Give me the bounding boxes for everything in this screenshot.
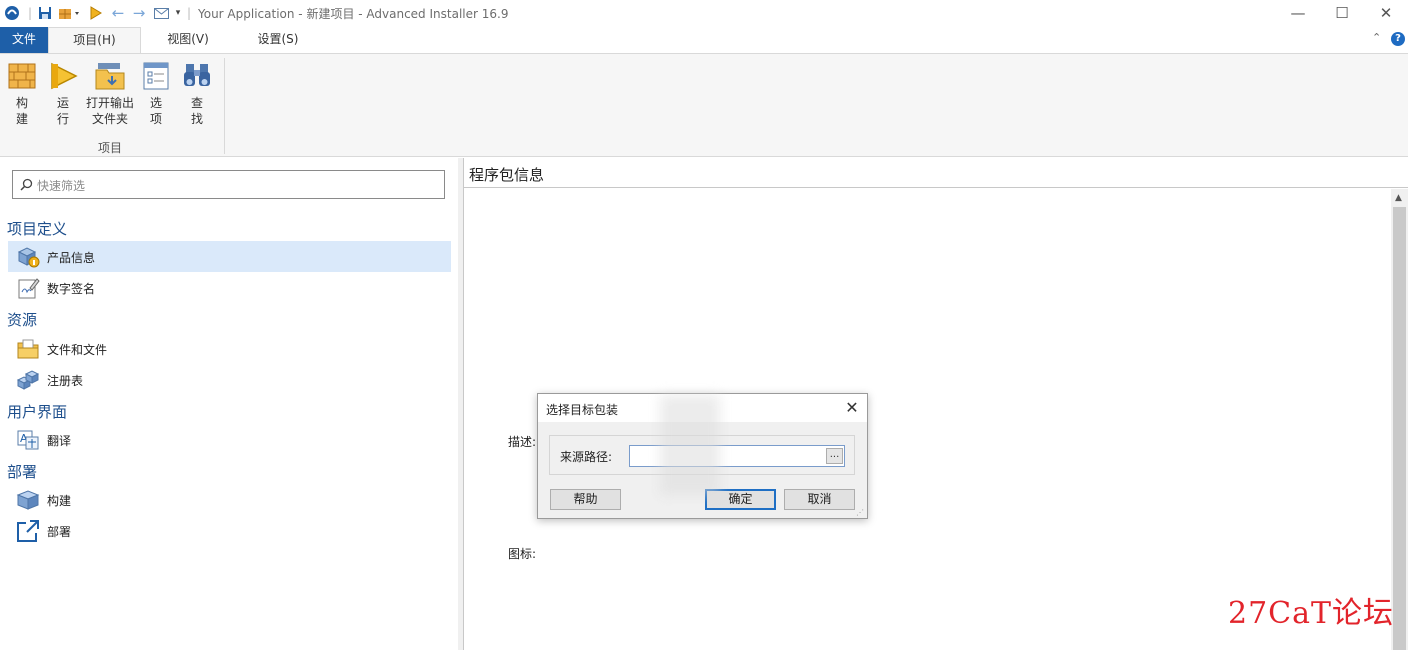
search-placeholder: 快速筛选 [37, 179, 86, 193]
scroll-up-icon[interactable]: ▲ [1395, 193, 1402, 203]
nav-item-files-folders[interactable]: 文件和文件 [8, 333, 451, 364]
tab-file[interactable]: 文件 [0, 27, 48, 53]
nav-item-digital-signature[interactable]: 数字签名 [8, 272, 451, 303]
maximize-button[interactable]: ☐ [1320, 0, 1364, 26]
icon-label: 图标: [508, 547, 537, 561]
section-resources: 资源 [7, 311, 38, 329]
ribbon-tabs: 文件 项目(H) 视图(V) 设置(S) [0, 27, 1408, 53]
tab-settings[interactable]: 设置(S) [240, 27, 316, 53]
collapse-ribbon-icon[interactable]: ⌃ [1372, 31, 1381, 44]
save-icon[interactable] [37, 4, 53, 22]
left-nav-panel: 快速筛选 项目定义 产品信息 数字签名 资源 文件和文件 注册表 用户界面 A … [0, 158, 458, 650]
digital-signature-icon [16, 276, 40, 300]
run-icon [48, 60, 80, 92]
quick-access-separator: | [27, 6, 33, 20]
resize-grip-icon[interactable]: ⋰ [856, 508, 864, 517]
options-button-label: 选 项 [149, 96, 162, 126]
description-label: 描述: [508, 435, 537, 449]
nav-label-deploy: 部署 [47, 525, 72, 539]
nav-label-build: 构建 [47, 494, 72, 508]
scrollbar-thumb[interactable] [1393, 207, 1406, 650]
window-title: Your Application - 新建项目 - Advanced Insta… [198, 7, 509, 21]
watermark-text: 27CaT论坛 [1228, 596, 1395, 631]
back-icon[interactable]: ← [110, 4, 126, 22]
vertical-scrollbar[interactable]: ▲ [1391, 189, 1408, 650]
nav-label-registry: 注册表 [47, 374, 84, 388]
nav-item-build[interactable]: 构建 [8, 484, 451, 515]
dialog-close-button[interactable]: ✕ [840, 396, 864, 420]
build-button[interactable]: 构 建 [4, 60, 40, 127]
title-separator: | [186, 6, 192, 20]
nav-label-translation: 翻译 [47, 434, 72, 448]
find-button[interactable]: 查 找 [181, 60, 213, 127]
ribbon-group-separator [224, 58, 225, 154]
build-icon[interactable] [57, 4, 81, 22]
build-bricks-icon [6, 60, 38, 92]
product-info-icon [16, 245, 40, 269]
registry-icon [16, 368, 40, 392]
dialog-title: 选择目标包装 [546, 403, 619, 417]
app-logo-icon[interactable] [4, 4, 20, 22]
open-folder-icon [94, 60, 126, 92]
customize-icon[interactable]: ▾ [173, 4, 183, 22]
browse-button[interactable]: ... [826, 448, 843, 464]
help-icon[interactable]: ? [1391, 32, 1405, 46]
open-output-folder-button[interactable]: 打开输出 文件夹 [84, 60, 136, 127]
binoculars-icon [181, 60, 213, 92]
title-bar: | ← → ▾ | Your Application - 新建项目 - Adva… [0, 0, 1408, 26]
mail-icon[interactable] [153, 4, 169, 22]
blurred-region [660, 395, 720, 495]
cancel-button[interactable]: 取消 [784, 489, 855, 510]
search-icon [20, 178, 33, 191]
build-box-icon [16, 488, 40, 512]
close-button[interactable]: ✕ [1364, 0, 1408, 26]
nav-label-digital-signature: 数字签名 [47, 282, 96, 296]
options-icon [140, 60, 172, 92]
nav-item-translation[interactable]: A 翻译 [8, 424, 451, 455]
content-header: 程序包信息 [464, 158, 1408, 188]
help-button[interactable]: 帮助 [550, 489, 621, 510]
page-title: 程序包信息 [469, 166, 545, 184]
ribbon-body: 构 建 运 行 打开输出 文件夹 选 项 查 找 项目 [0, 53, 1408, 157]
tab-project[interactable]: 项目(H) [48, 27, 141, 53]
section-deployment: 部署 [7, 463, 38, 481]
source-path-label: 来源路径: [560, 450, 613, 464]
build-button-label: 构 建 [15, 96, 28, 126]
find-button-label: 查 找 [190, 96, 203, 126]
run-button-label: 运 行 [56, 96, 69, 126]
options-button[interactable]: 选 项 [140, 60, 172, 127]
nav-item-deploy[interactable]: 部署 [8, 515, 451, 546]
forward-icon[interactable]: → [131, 4, 147, 22]
section-user-interface: 用户界面 [7, 403, 68, 421]
nav-item-registry[interactable]: 注册表 [8, 364, 451, 395]
run-button[interactable]: 运 行 [48, 60, 78, 127]
open-output-folder-label: 打开输出 文件夹 [85, 96, 134, 126]
run-icon[interactable] [87, 4, 105, 22]
section-project-definition: 项目定义 [7, 220, 68, 238]
app-window: | ← → ▾ | Your Application - 新建项目 - Adva… [0, 0, 1408, 650]
nav-label-files-folders: 文件和文件 [47, 343, 108, 357]
nav-label-product-info: 产品信息 [47, 251, 96, 265]
files-folder-icon [16, 337, 40, 361]
translation-icon: A [16, 428, 40, 452]
deploy-icon [16, 519, 40, 543]
nav-item-product-info[interactable]: 产品信息 [8, 241, 451, 272]
tab-view[interactable]: 视图(V) [150, 27, 226, 53]
minimize-button[interactable]: — [1276, 0, 1320, 26]
quick-filter-box[interactable]: 快速筛选 [12, 170, 445, 199]
ribbon-group-label: 项目 [98, 141, 123, 155]
